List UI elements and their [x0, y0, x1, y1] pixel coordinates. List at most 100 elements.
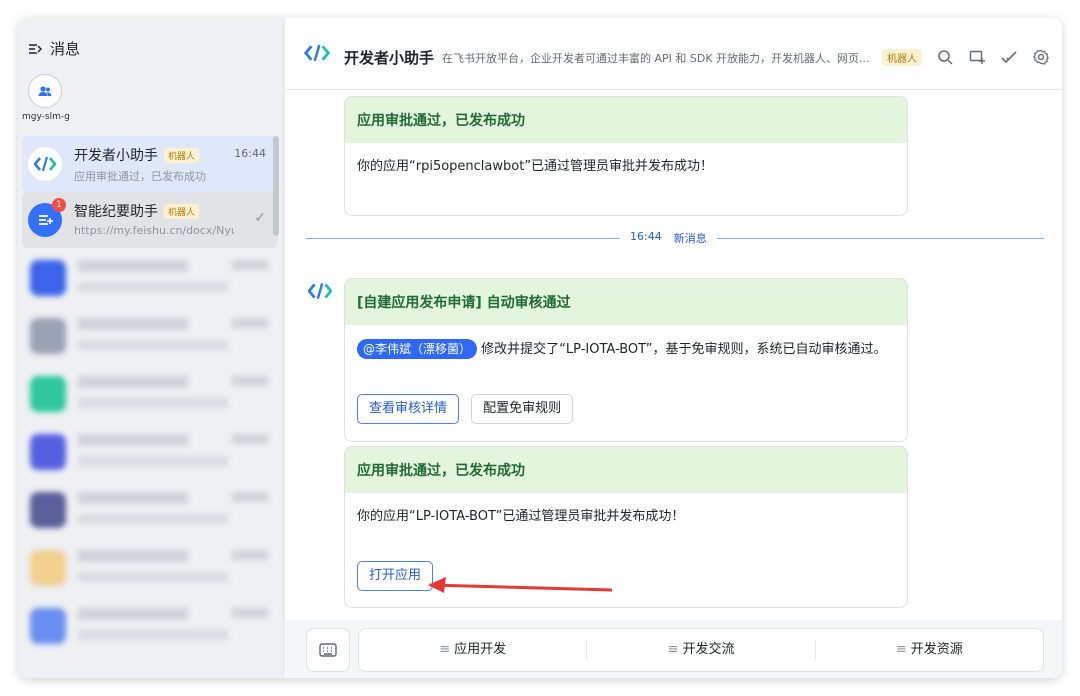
blurred-text	[78, 572, 228, 582]
blurred-text	[78, 260, 188, 272]
blurred-text	[78, 456, 228, 466]
chat-item-developer-assistant[interactable]: 开发者小助手 机器人 16:44 应用审批通过，已发布成功	[22, 136, 278, 192]
chat-name-text: 智能纪要助手	[74, 204, 158, 220]
view-review-details-button[interactable]: 查看审核详情	[357, 394, 460, 424]
bottom-bar: ≡ 应用开发 ≡ 开发交流 ≡ 开发资源	[286, 620, 1062, 678]
chat-item-meeting-notes-assistant[interactable]: 1 智能纪要助手 机器人 ✓ https://my.feishu.cn/docx/…	[22, 192, 278, 248]
auto-review-card: [自建应用发布申请] 自动审核通过 @李伟斌（漂移菌） 修改并提交了“LP-IO…	[344, 278, 908, 442]
blurred-text	[232, 376, 268, 386]
approval-card-1: 应用审批通过，已发布成功 你的应用“rpi5openclawbot”已通过管理员…	[344, 96, 908, 216]
bot-logo[interactable]	[303, 44, 331, 66]
blurred-text	[232, 492, 268, 502]
blurred-avatar	[30, 550, 66, 586]
blurred-text	[78, 282, 228, 292]
card-body: @李伟斌（漂移菌） 修改并提交了“LP-IOTA-BOT”，基于免审规则，系统已…	[345, 325, 907, 438]
sidebar-scrollbar[interactable]	[273, 136, 279, 236]
approval-card-2: 应用审批通过，已发布成功 你的应用“LP-IOTA-BOT”已通过管理员审批并发…	[344, 446, 908, 608]
blurred-chat-item[interactable]	[22, 364, 278, 422]
code-logo-icon	[307, 283, 333, 299]
keyboard-button[interactable]	[306, 628, 350, 672]
divider-label: 新消息	[673, 232, 707, 245]
new-message-label: 16:44 新消息	[620, 230, 717, 246]
group-icon	[38, 86, 52, 96]
workspace-label: mgy-slm-g	[22, 112, 70, 122]
collapse-icon[interactable]	[28, 42, 42, 56]
blurred-text	[232, 260, 268, 270]
blurred-chat-item[interactable]	[22, 248, 278, 306]
bot-avatar[interactable]	[307, 282, 333, 304]
quick-menu: ≡ 应用开发 ≡ 开发交流 ≡ 开发资源	[358, 628, 1044, 672]
chat-header: 开发者小助手 在飞书开放平台，企业开发者可通过丰富的 API 和 SDK 开放能…	[286, 18, 1062, 90]
blurred-text	[78, 398, 228, 408]
menu-icon: ≡	[439, 642, 451, 657]
workspace-avatar[interactable]	[28, 74, 62, 108]
menu-dev-exchange[interactable]: ≡ 开发交流	[587, 640, 816, 660]
menu-label: 应用开发	[454, 642, 507, 657]
blurred-text	[78, 340, 228, 350]
user-mention[interactable]: @李伟斌（漂移菌）	[357, 339, 478, 359]
chat-name: 智能纪要助手 机器人	[74, 201, 200, 221]
code-logo-icon	[303, 44, 331, 62]
menu-icon: ≡	[895, 642, 907, 657]
search-icon[interactable]	[936, 48, 954, 66]
menu-app-development[interactable]: ≡ 应用开发	[359, 640, 588, 660]
blurred-chat-item[interactable]	[22, 596, 278, 654]
developer-assistant-avatar	[28, 147, 62, 181]
message-list[interactable]: 应用审批通过，已发布成功 你的应用“rpi5openclawbot”已通过管理员…	[286, 90, 1062, 620]
chat-list: 开发者小助手 机器人 16:44 应用审批通过，已发布成功 1 智能纪要助手 机器人…	[22, 136, 278, 654]
card-text: 你的应用“LP-IOTA-BOT”已通过管理员审批并发布成功！	[357, 509, 685, 524]
sidebar: 消息 mgy-slm-g 开发者小助手 机器人 16:44 应用审批通过，已发布成…	[18, 18, 284, 678]
open-app-button[interactable]: 打开应用	[357, 561, 434, 591]
chat-title: 开发者小助手	[344, 49, 435, 67]
configure-exempt-rules-button[interactable]: 配置免审规则	[471, 394, 574, 424]
chat-panel: 开发者小助手 在飞书开放平台，企业开发者可通过丰富的 API 和 SDK 开放能…	[286, 18, 1062, 678]
bot-tag: 机器人	[164, 147, 200, 163]
notes-icon	[39, 215, 53, 225]
blurred-avatar	[30, 318, 66, 354]
card-body: 你的应用“rpi5openclawbot”已通过管理员审批并发布成功！	[357, 159, 714, 174]
check-icon[interactable]: ✓	[254, 210, 266, 226]
blurred-chat-item[interactable]	[22, 422, 278, 480]
bot-tag: 机器人	[164, 203, 200, 219]
chat-name-text: 开发者小助手	[74, 148, 158, 164]
blurred-chat-item[interactable]	[22, 306, 278, 364]
chat-preview: https://my.feishu.cn/docx/Nyus	[74, 224, 234, 237]
unread-badge: 1	[52, 198, 66, 212]
blurred-text	[78, 630, 228, 640]
menu-label: 开发资源	[910, 642, 963, 657]
bot-tag: 机器人	[882, 49, 922, 66]
blurred-avatar	[30, 608, 66, 644]
header-actions	[936, 48, 1050, 66]
settings-icon[interactable]	[1032, 48, 1050, 66]
card-text: 修改并提交了“LP-IOTA-BOT”，基于免审规则，系统已自动审核通过。	[481, 342, 887, 357]
blurred-text	[78, 550, 188, 562]
card-header: 应用审批通过，已发布成功	[345, 97, 907, 143]
blurred-avatar	[30, 434, 66, 470]
chat-name: 开发者小助手 机器人	[74, 145, 200, 165]
blurred-chat-item[interactable]	[22, 480, 278, 538]
blurred-text	[78, 376, 188, 388]
blurred-text	[78, 318, 188, 330]
blurred-text	[78, 492, 188, 504]
menu-label: 开发交流	[682, 642, 735, 657]
blurred-text	[78, 434, 188, 446]
card-actions: 打开应用	[357, 561, 895, 591]
blurred-text	[232, 434, 268, 444]
chat-time: 16:44	[234, 147, 266, 160]
blurred-avatar	[30, 376, 66, 412]
blurred-avatar	[30, 492, 66, 528]
task-check-icon[interactable]	[1000, 48, 1018, 66]
sidebar-header[interactable]: 消息	[28, 38, 80, 59]
keyboard-icon	[319, 643, 337, 657]
blurred-text	[232, 318, 268, 328]
blurred-text	[78, 514, 228, 524]
menu-icon: ≡	[667, 642, 679, 657]
card-header: [自建应用发布申请] 自动审核通过	[345, 279, 907, 325]
blurred-text	[232, 550, 268, 560]
blurred-text	[232, 608, 268, 618]
add-member-icon[interactable]	[968, 48, 986, 66]
blurred-chat-item[interactable]	[22, 538, 278, 596]
menu-dev-resources[interactable]: ≡ 开发资源	[816, 640, 1043, 660]
divider-time: 16:44	[630, 230, 662, 243]
blurred-avatar	[30, 260, 66, 296]
